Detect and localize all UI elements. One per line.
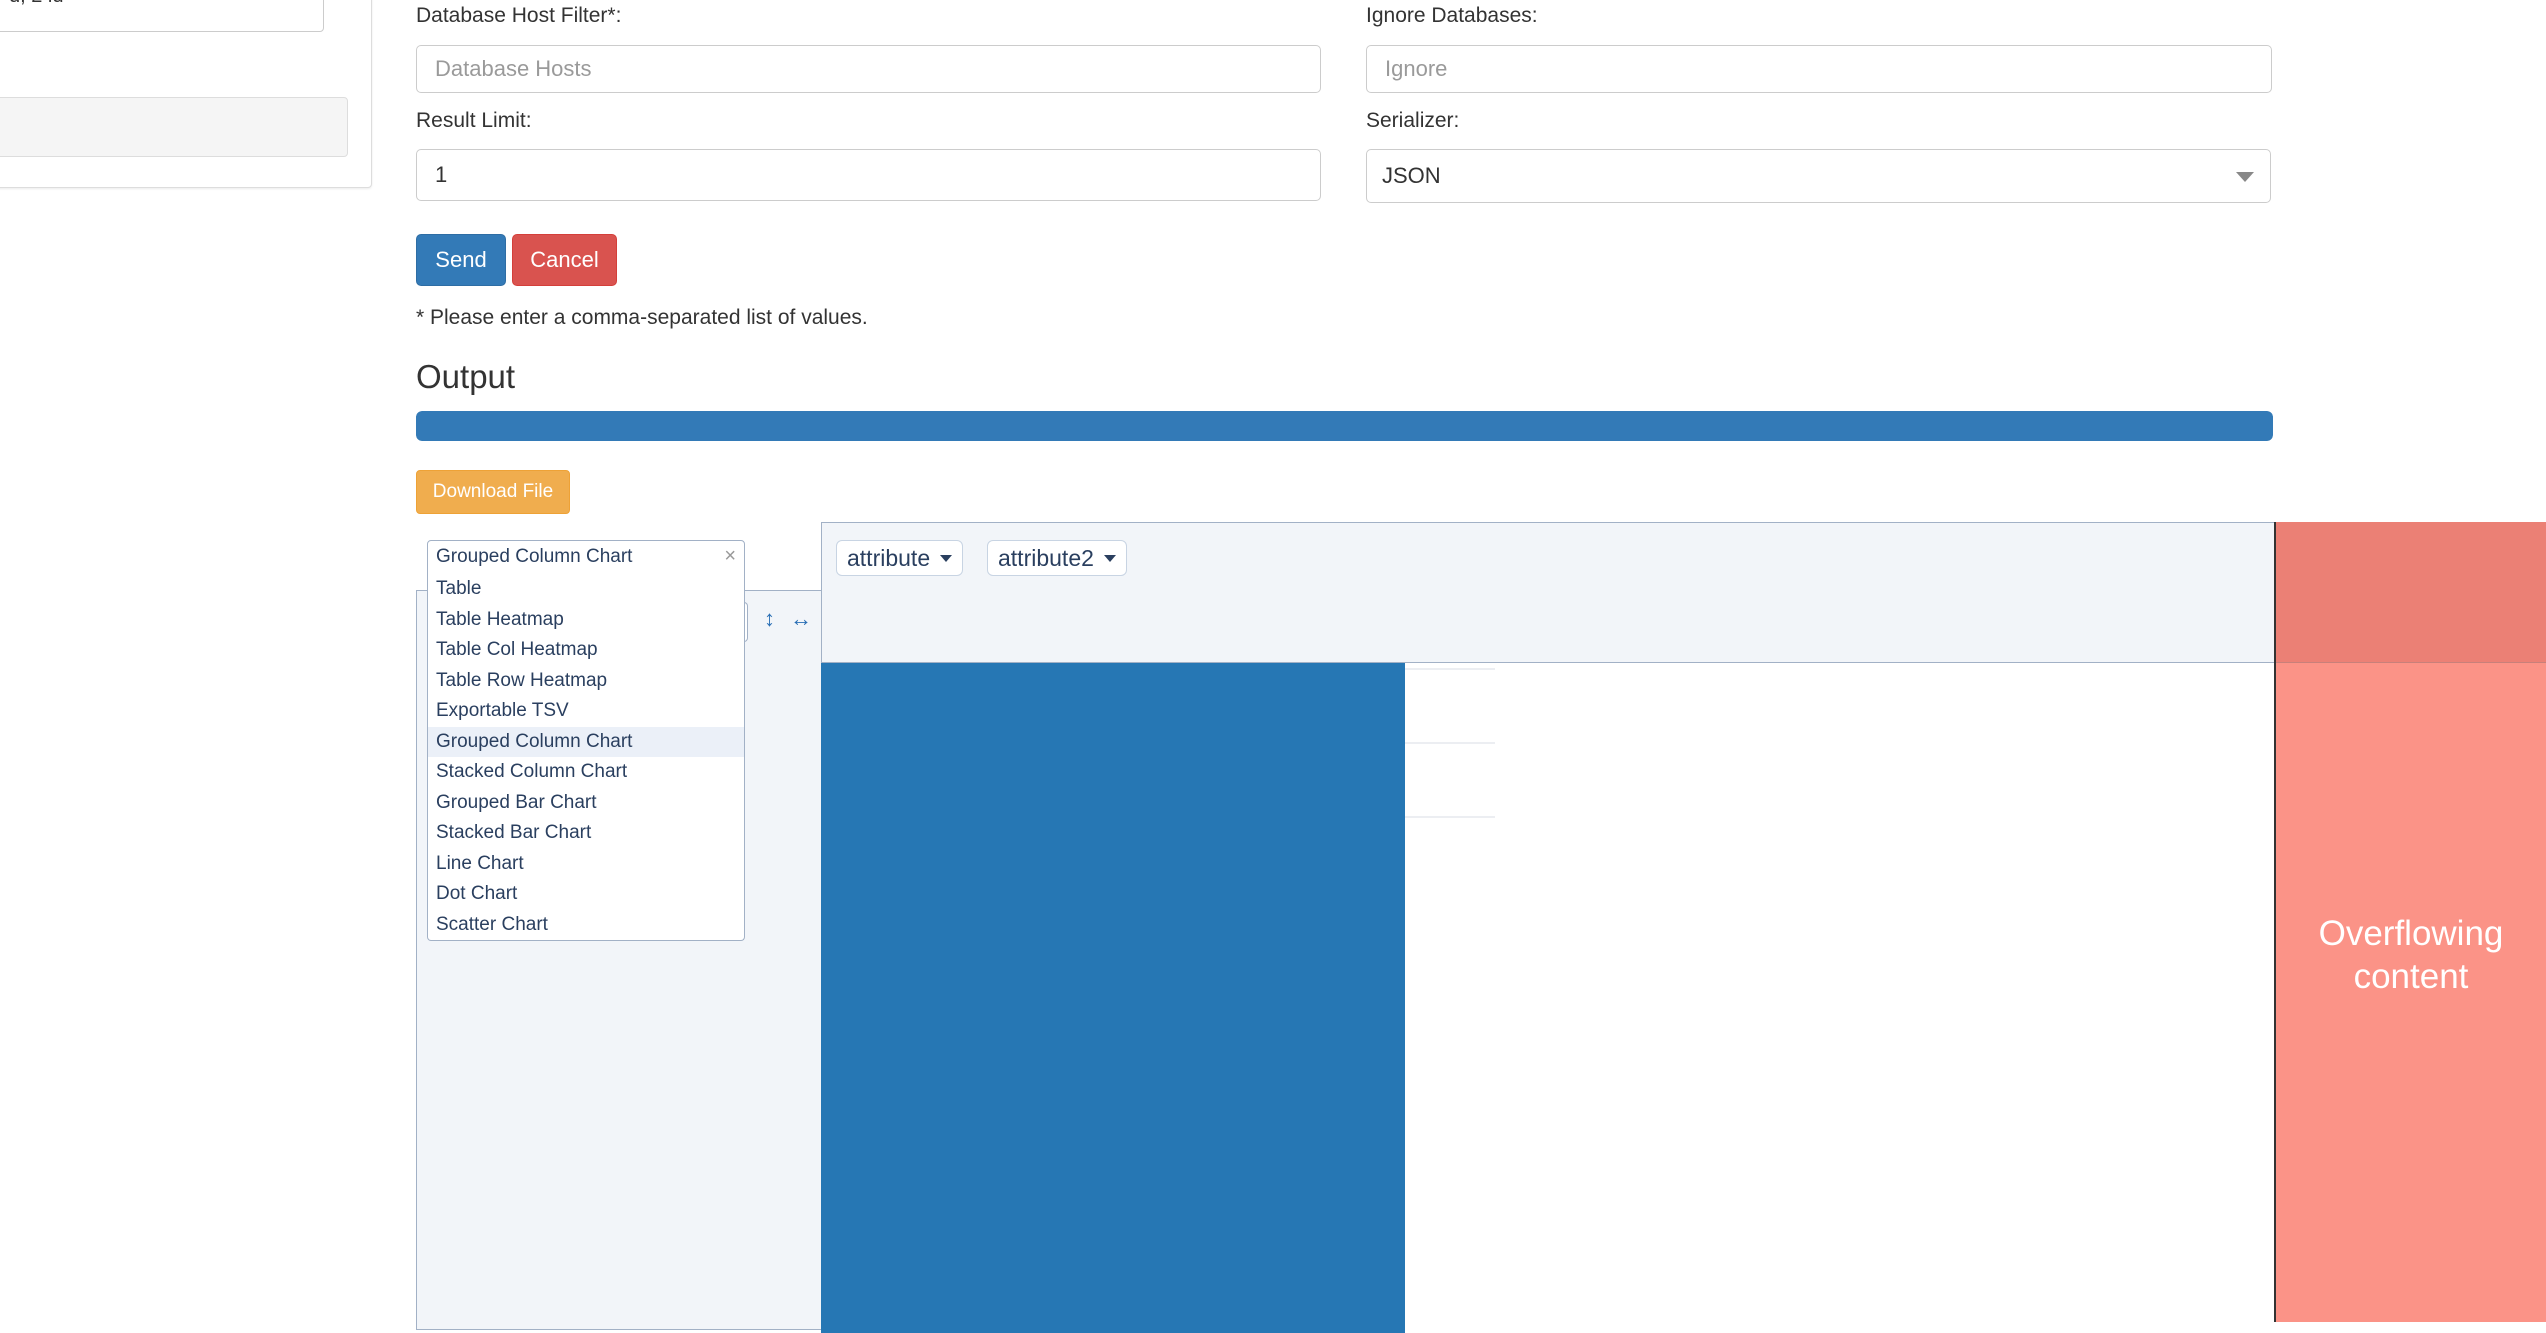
pivot-attr-attribute[interactable]: attribute: [836, 540, 964, 576]
form-note: * Please enter a comma-separated list of…: [416, 306, 868, 329]
caret-down-icon: [1103, 554, 1116, 562]
close-icon[interactable]: ×: [724, 545, 736, 568]
pivot-attr-attribute2[interactable]: attribute2: [987, 540, 1127, 576]
progress-fill: [416, 411, 2273, 441]
serializer-label: Serializer:: [1366, 109, 1460, 132]
renderer-option[interactable]: Scatter Chart: [428, 910, 744, 941]
chevron-down-icon: [2236, 172, 2254, 182]
ignore-databases-label: Ignore Databases:: [1366, 4, 1538, 27]
renderer-option[interactable]: Stacked Bar Chart: [428, 818, 744, 849]
renderer-option[interactable]: Exportable TSV: [428, 696, 744, 727]
pivot-attr-label: attribute2: [998, 544, 1094, 571]
renderer-option[interactable]: Table: [428, 574, 744, 605]
send-button[interactable]: Send: [416, 234, 506, 286]
serializer-select[interactable]: JSON: [1366, 149, 2271, 203]
renderer-option[interactable]: Table Row Heatmap: [428, 666, 744, 697]
renderer-option[interactable]: Table Heatmap: [428, 605, 744, 636]
output-progress-bar: [416, 411, 2273, 441]
download-file-button[interactable]: Download File: [416, 470, 570, 514]
renderer-option[interactable]: Grouped Column Chart: [428, 726, 744, 757]
renderer-option[interactable]: Grouped Bar Chart: [428, 788, 744, 819]
renderer-option[interactable]: Line Chart: [428, 849, 744, 880]
renderer-select[interactable]: Grouped Column Chart ×: [427, 540, 745, 574]
caret-down-icon: [940, 554, 953, 562]
cancel-button[interactable]: Cancel: [512, 234, 617, 286]
sidebar-input[interactable]: d, 2 id: [0, 0, 324, 32]
pivot-row-attributes-bar: [821, 590, 2276, 663]
db-host-filter-label: Database Host Filter*:: [416, 4, 622, 27]
serializer-value: JSON: [1382, 163, 1441, 188]
overflow-indicator: Overflowing content: [2274, 522, 2546, 1322]
renderer-option[interactable]: Table Col Heatmap: [428, 635, 744, 666]
overflow-band: [2276, 522, 2546, 663]
sort-rows-icon[interactable]: ↕: [764, 606, 775, 632]
renderer-options-list: Table Table Heatmap Table Col Heatmap Table…: [427, 573, 745, 941]
chart-bar: [821, 663, 1405, 1333]
sidebar-footer: [0, 97, 348, 157]
db-host-filter-input[interactable]: [416, 45, 1321, 93]
result-limit-input[interactable]: [416, 149, 1321, 201]
sort-cols-icon[interactable]: ↔: [790, 606, 812, 632]
renderer-selected-value: Grouped Column Chart: [436, 546, 633, 567]
pivot-attr-label: attribute: [847, 544, 931, 571]
column-chart: CountCount10.80.60.40.2: [821, 663, 1495, 1333]
ignore-databases-input[interactable]: [1366, 45, 2272, 93]
sidebar-input-value: d, 2 id: [9, 0, 63, 8]
renderer-option[interactable]: Dot Chart: [428, 879, 744, 910]
overflow-label: Overflowing content: [2318, 914, 2504, 996]
renderer-option[interactable]: Stacked Column Chart: [428, 757, 744, 788]
output-heading: Output: [416, 358, 516, 395]
result-limit-label: Result Limit:: [416, 109, 532, 132]
